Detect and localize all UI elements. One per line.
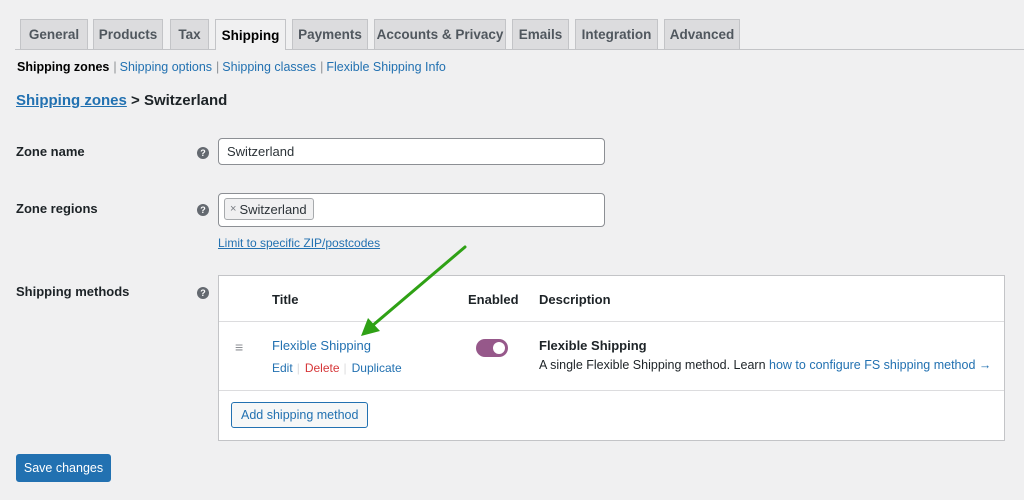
delete-link[interactable]: Delete	[305, 361, 340, 375]
tab-products[interactable]: Products	[93, 19, 163, 49]
subnav-flexible-shipping-info[interactable]: Flexible Shipping Info	[326, 60, 446, 74]
actions-divider: |	[296, 361, 300, 375]
subnav-current: Shipping zones	[17, 60, 110, 74]
toggle-knob	[493, 342, 505, 354]
tab-tax[interactable]: Tax	[170, 19, 209, 49]
add-shipping-method-button[interactable]: Add shipping method	[231, 402, 369, 428]
help-icon[interactable]: ?	[197, 287, 209, 299]
method-title-link[interactable]: Flexible Shipping	[272, 338, 371, 353]
shipping-methods-table: Title Enabled Description ≡ Flexible Shi…	[218, 275, 1005, 441]
tabs-baseline	[15, 49, 1024, 50]
table-divider	[219, 321, 1004, 322]
actions-divider: |	[343, 361, 347, 375]
region-chip: × Switzerland	[224, 198, 314, 220]
duplicate-link[interactable]: Duplicate	[352, 361, 402, 375]
zone-name-input[interactable]: Switzerland	[218, 138, 605, 165]
table-divider	[219, 390, 1004, 391]
row-actions: Edit | Delete | Duplicate	[272, 361, 402, 375]
tab-integration[interactable]: Integration	[575, 19, 658, 49]
edit-link[interactable]: Edit	[272, 361, 293, 375]
limit-postcodes-link[interactable]: Limit to specific ZIP/postcodes	[218, 236, 380, 250]
zone-name-label: Zone name	[16, 144, 85, 159]
help-icon[interactable]: ?	[197, 147, 209, 159]
subnav-shipping-options[interactable]: Shipping options	[120, 60, 212, 74]
breadcrumb-current: Switzerland	[143, 92, 228, 109]
zone-regions-label: Zone regions	[16, 201, 98, 216]
settings-tabs: General Products Tax Shipping Payments A…	[0, 0, 1024, 50]
tab-shipping[interactable]: Shipping	[215, 19, 286, 50]
breadcrumb-separator: >	[131, 92, 140, 109]
subnav-separator: |	[113, 60, 117, 74]
save-changes-button[interactable]: Save changes	[16, 454, 111, 482]
column-header-enabled: Enabled	[468, 292, 519, 307]
column-header-title: Title	[272, 292, 299, 307]
region-chip-label: Switzerland	[239, 201, 307, 217]
breadcrumb: Shipping zones > Switzerland	[16, 92, 227, 109]
breadcrumb-shipping-zones-link[interactable]: Shipping zones	[16, 92, 127, 109]
column-header-description: Description	[539, 292, 611, 307]
remove-chip-icon[interactable]: ×	[230, 203, 236, 215]
tab-accounts-privacy[interactable]: Accounts & Privacy	[374, 19, 506, 49]
tab-payments[interactable]: Payments	[292, 19, 368, 49]
help-icon[interactable]: ?	[197, 204, 209, 216]
zone-regions-select[interactable]: × Switzerland	[218, 193, 605, 227]
tab-advanced[interactable]: Advanced	[664, 19, 740, 49]
subnav: Shipping zones | Shipping options | Shipping…	[17, 60, 446, 74]
subnav-separator: |	[320, 60, 324, 74]
description-text: A single Flexible Shipping method. Learn…	[539, 358, 991, 372]
description-body: A single Flexible Shipping method. Learn	[539, 358, 766, 372]
tab-emails[interactable]: Emails	[512, 19, 569, 49]
tab-general[interactable]: General	[20, 19, 88, 49]
enabled-toggle[interactable]	[476, 339, 508, 357]
configure-link[interactable]: how to configure FS shipping method →	[769, 358, 991, 372]
shipping-methods-label: Shipping methods	[16, 284, 130, 299]
subnav-separator: |	[216, 60, 220, 74]
subnav-shipping-classes[interactable]: Shipping classes	[222, 60, 316, 74]
description-title: Flexible Shipping	[539, 338, 647, 353]
drag-handle-icon[interactable]: ≡	[235, 339, 243, 355]
